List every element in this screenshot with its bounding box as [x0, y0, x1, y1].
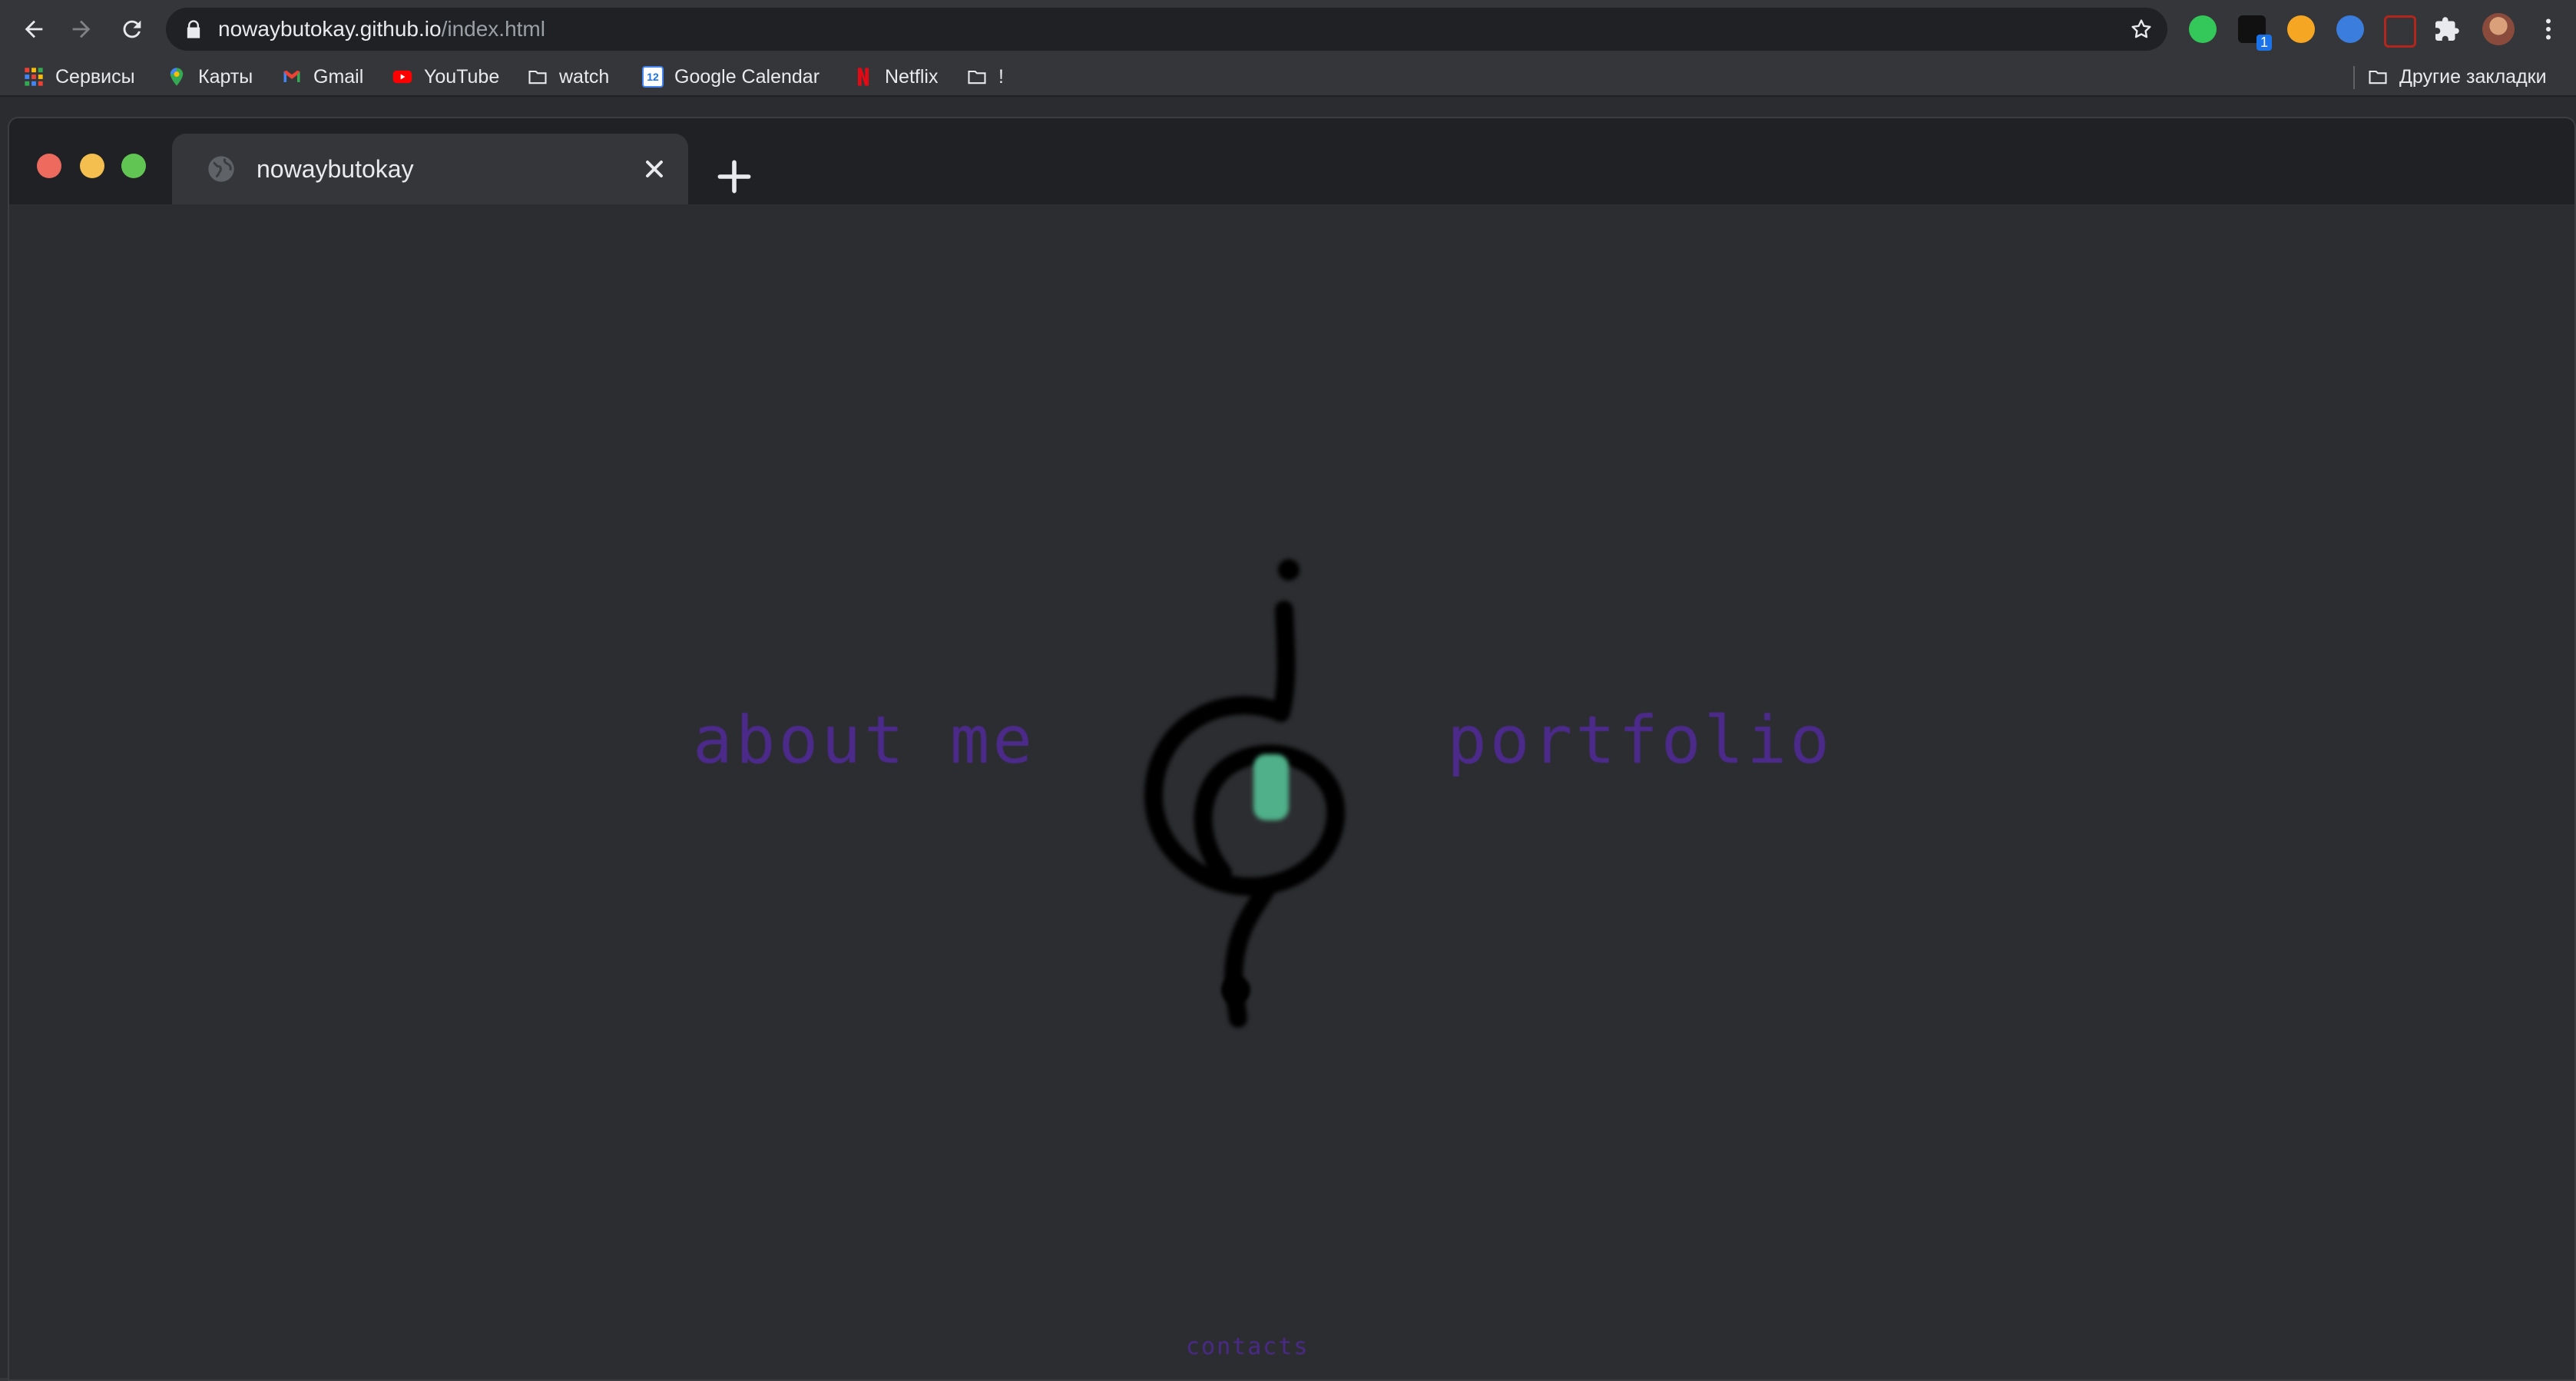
back-button[interactable]	[15, 11, 52, 48]
inner-tab[interactable]: nowaybutokay	[172, 134, 688, 204]
bookmark-label: YouTube	[424, 65, 500, 88]
bookmark-maps[interactable]: Карты	[166, 58, 253, 95]
forward-button[interactable]	[63, 11, 100, 48]
maps-pin-icon	[170, 68, 184, 86]
new-tab-plus-icon[interactable]	[713, 155, 756, 198]
bookmark-label: watch	[559, 65, 610, 88]
bookmark-label: Сервисы	[55, 65, 135, 88]
address-bar[interactable]: nowaybutokay.github.io/index.html	[166, 8, 2167, 51]
bookmark-label: Другие закладки	[2399, 65, 2547, 88]
bookmark-google-calendar[interactable]: 12 Google Calendar	[642, 58, 819, 95]
bookmark-folder-watch[interactable]: watch	[527, 58, 609, 95]
apps-grid-icon	[25, 68, 43, 86]
cube-extension-icon[interactable]: 1	[2238, 15, 2272, 51]
bookmark-label: !	[998, 65, 1004, 88]
minimize-window-button[interactable]	[80, 154, 104, 178]
bookmark-folder-exclamation[interactable]: !	[966, 58, 1004, 95]
url-path: /index.html	[441, 17, 545, 41]
profile-avatar[interactable]	[2482, 13, 2515, 45]
eye-pupil	[1253, 754, 1289, 820]
arrow-right-icon	[72, 20, 91, 38]
lock-icon	[187, 20, 200, 38]
folder-icon	[528, 70, 547, 84]
globe-extension-icon[interactable]	[2336, 15, 2364, 43]
reload-button[interactable]	[114, 11, 151, 48]
menu-kebab-icon[interactable]	[2535, 15, 2562, 43]
folder-icon	[968, 70, 986, 84]
bookmark-label: Netflix	[885, 65, 939, 88]
page-content: about me portfolio contacts	[9, 204, 2574, 1379]
folder-icon	[2369, 70, 2387, 84]
bookmark-netflix[interactable]: Netflix	[853, 58, 938, 95]
search-extension-icon[interactable]	[2287, 15, 2315, 43]
bookmark-label: Карты	[198, 65, 253, 88]
bookmarks-separator	[2353, 66, 2355, 89]
eye-question-logo	[1144, 559, 1346, 1028]
bookmark-gmail[interactable]: Gmail	[281, 58, 363, 95]
bookmark-label: Google Calendar	[674, 65, 820, 88]
about-me-link[interactable]: about me	[693, 702, 1035, 779]
bookmark-other[interactable]: Другие закладки	[2367, 58, 2547, 95]
bookmark-label: Gmail	[313, 65, 364, 88]
puzzle-extensions-icon[interactable]	[2433, 15, 2461, 43]
bookmark-youtube[interactable]: YouTube	[392, 58, 499, 95]
contacts-link[interactable]: contacts	[1186, 1333, 1310, 1360]
green-thumb-extension-icon[interactable]	[2189, 15, 2217, 43]
extension-badge: 1	[2256, 35, 2272, 51]
arrow-left-icon	[25, 20, 43, 38]
page-viewport: nowaybutokay about me portfolio contacts	[0, 97, 2576, 1381]
portfolio-link[interactable]: portfolio	[1447, 702, 1833, 779]
calendar-icon: 12	[642, 66, 664, 88]
close-window-button[interactable]	[37, 154, 61, 178]
bookmark-star-icon[interactable]	[2129, 17, 2154, 41]
bookmarks-bar: Сервисы Карты Gmail YouTube watch 12 Goo…	[0, 58, 2576, 97]
netflix-icon	[858, 68, 869, 86]
video-extension-icon[interactable]	[2384, 15, 2416, 48]
logo-bottom-dot	[1221, 975, 1250, 1005]
globe-icon	[208, 156, 234, 182]
url-text: nowaybutokay.github.io/index.html	[218, 8, 545, 51]
inner-tab-bar: nowaybutokay	[9, 118, 2574, 204]
tab-title: nowaybutokay	[257, 155, 414, 183]
gmail-icon	[283, 70, 300, 82]
bookmark-services[interactable]: Сервисы	[23, 58, 135, 95]
browser-toolbar: nowaybutokay.github.io/index.html 1	[0, 0, 2576, 58]
maximize-window-button[interactable]	[121, 154, 146, 178]
url-host: nowaybutokay.github.io	[218, 17, 442, 41]
reload-icon	[123, 20, 141, 38]
youtube-icon	[392, 70, 412, 84]
inner-browser-window: nowaybutokay about me portfolio contacts	[8, 117, 2576, 1381]
close-tab-icon[interactable]	[641, 155, 668, 183]
